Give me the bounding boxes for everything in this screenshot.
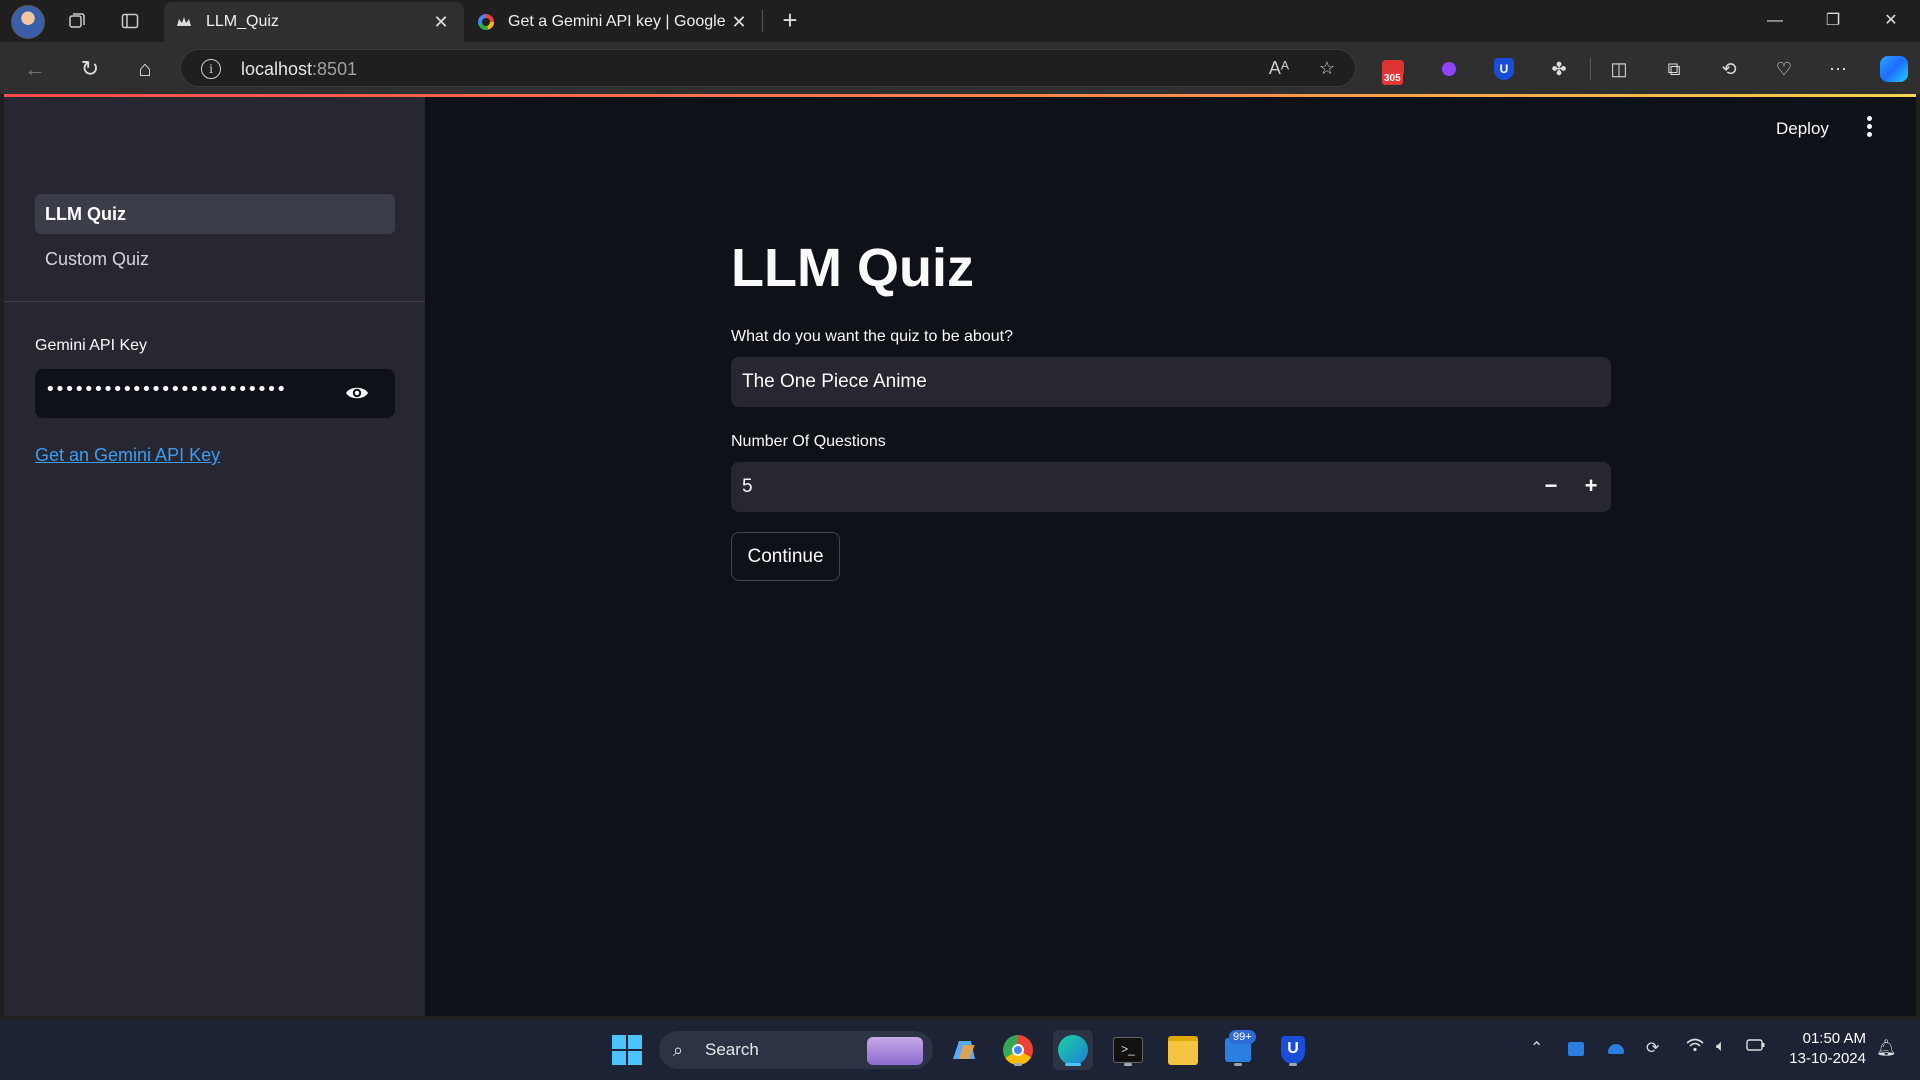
question-count-value: 5 bbox=[742, 476, 753, 497]
toolbar-divider bbox=[1590, 58, 1591, 80]
address-bar[interactable]: i localhost:8501 A͏ᴬ ☆ bbox=[180, 49, 1356, 87]
increment-icon[interactable]: + bbox=[1571, 462, 1611, 512]
browser-essentials-icon[interactable]: ♡ bbox=[1771, 56, 1797, 82]
more-menu-icon[interactable]: ⋯ bbox=[1825, 56, 1851, 82]
back-arrow-icon[interactable]: ← bbox=[20, 54, 50, 84]
gmail-unread-badge: 305 bbox=[1382, 72, 1403, 85]
bitwarden-app-icon[interactable]: U bbox=[1273, 1030, 1313, 1070]
copilot-icon[interactable] bbox=[1880, 56, 1908, 82]
notifications-bell-icon[interactable]: 🔔︎ bbox=[1876, 1038, 1896, 1058]
search-icon: ⌕ bbox=[673, 1040, 684, 1060]
search-highlight-image bbox=[867, 1037, 923, 1065]
url-text: localhost:8501 bbox=[241, 59, 357, 80]
workspaces-icon[interactable] bbox=[63, 7, 91, 35]
tab-divider bbox=[762, 10, 763, 32]
show-hidden-icons-chevron[interactable]: ⌃ bbox=[1530, 1038, 1543, 1058]
page-title: LLM Quiz bbox=[731, 238, 974, 298]
reload-icon[interactable]: ↻ bbox=[75, 54, 105, 84]
new-tab-icon[interactable]: + bbox=[776, 6, 804, 34]
tab-llm-quiz[interactable]: LLM_Quiz ✕ bbox=[164, 2, 464, 42]
topic-input[interactable]: The One Piece Anime bbox=[731, 357, 1611, 407]
volume-icon[interactable]: 🔈︎ bbox=[1716, 1038, 1726, 1056]
system-clock[interactable]: 01:50 AM 13-10-2024 bbox=[1786, 1029, 1866, 1069]
split-screen-icon[interactable]: ◫ bbox=[1606, 56, 1632, 82]
file-explorer-icon[interactable] bbox=[1163, 1030, 1203, 1070]
sidebar-item-llm-quiz[interactable]: LLM Quiz bbox=[35, 194, 395, 234]
battery-icon[interactable] bbox=[1746, 1038, 1766, 1057]
read-aloud-icon[interactable]: A͏ᴬ bbox=[1267, 58, 1291, 80]
question-count-stepper[interactable]: 5 − + bbox=[731, 462, 1611, 512]
home-icon[interactable]: ⌂ bbox=[130, 54, 160, 84]
continue-button[interactable]: Continue bbox=[731, 532, 840, 581]
taskbar: ⌕ Search >_ 99+ U ⌃ ⟳ 🔈︎ 01:50 AM 13-10-… bbox=[0, 1020, 1920, 1080]
history-icon[interactable]: ⟲ bbox=[1716, 56, 1742, 82]
browser-toolbar: ← ↻ ⌂ i localhost:8501 A͏ᴬ ☆ 305 U ✤ ◫ ⧉… bbox=[0, 42, 1920, 94]
chrome-icon[interactable] bbox=[998, 1030, 1038, 1070]
extension-purple-icon[interactable] bbox=[1442, 62, 1456, 76]
streamlit-crown-icon bbox=[176, 14, 192, 30]
onedrive-icon[interactable] bbox=[1608, 1044, 1624, 1054]
api-key-label: Gemini API Key bbox=[35, 337, 148, 354]
edge-dev-icon[interactable] bbox=[1053, 1030, 1093, 1070]
google-icon bbox=[478, 14, 494, 30]
get-api-key-link[interactable]: Get an Gemini API Key bbox=[35, 445, 220, 466]
minimize-icon[interactable]: — bbox=[1752, 8, 1798, 34]
app-viewport: LLM Quiz Custom Quiz Gemini API Key ••••… bbox=[4, 94, 1916, 1016]
copilot-app-icon[interactable] bbox=[944, 1030, 984, 1070]
bitwarden-icon[interactable]: U bbox=[1494, 58, 1514, 80]
main-content: Deploy LLM Quiz What do you want the qui… bbox=[425, 97, 1916, 1016]
wifi-icon[interactable] bbox=[1686, 1038, 1704, 1057]
main-menu-kebab-icon[interactable] bbox=[1859, 113, 1879, 143]
notification-count-badge: 99+ bbox=[1229, 1030, 1256, 1044]
close-window-icon[interactable]: ✕ bbox=[1868, 8, 1914, 34]
show-password-eye-icon[interactable] bbox=[345, 383, 369, 403]
decrement-icon[interactable]: − bbox=[1531, 462, 1571, 512]
windows-start-icon[interactable] bbox=[607, 1030, 647, 1070]
url-host: localhost bbox=[241, 59, 313, 79]
api-key-masked-value: •••••••••••••••••••••••••••••••••••••• bbox=[45, 379, 285, 400]
sidebar-divider bbox=[4, 301, 425, 302]
close-tab-icon[interactable]: ✕ bbox=[728, 12, 750, 33]
deploy-button[interactable]: Deploy bbox=[1776, 119, 1829, 139]
topic-label: What do you want the quiz to be about? bbox=[731, 328, 1013, 345]
collections-icon[interactable]: ⧉ bbox=[1661, 56, 1687, 82]
profile-avatar[interactable] bbox=[11, 5, 45, 39]
question-count-label: Number Of Questions bbox=[731, 433, 886, 450]
sync-icon[interactable]: ⟳ bbox=[1646, 1038, 1659, 1058]
vertical-tabs-icon[interactable] bbox=[116, 7, 144, 35]
site-info-icon[interactable]: i bbox=[201, 59, 221, 79]
extensions-puzzle-icon[interactable]: ✤ bbox=[1546, 56, 1572, 82]
favorite-star-icon[interactable]: ☆ bbox=[1315, 58, 1339, 80]
api-key-input[interactable]: •••••••••••••••••••••••••••••••••••••• bbox=[35, 369, 395, 418]
taskbar-search[interactable]: ⌕ Search bbox=[659, 1031, 933, 1069]
sidebar-item-custom-quiz[interactable]: Custom Quiz bbox=[35, 239, 395, 279]
sidebar: LLM Quiz Custom Quiz Gemini API Key ••••… bbox=[4, 97, 425, 1016]
restore-icon[interactable]: ❐ bbox=[1810, 8, 1856, 34]
clock-time: 01:50 AM bbox=[1802, 1030, 1866, 1047]
url-port: :8501 bbox=[312, 59, 358, 79]
taskbar-search-label: Search bbox=[705, 1040, 759, 1059]
terminal-icon[interactable]: >_ bbox=[1108, 1030, 1148, 1070]
tray-app-icon[interactable] bbox=[1568, 1042, 1584, 1056]
clock-date: 13-10-2024 bbox=[1789, 1050, 1866, 1067]
browser-tab-bar: LLM_Quiz ✕ Get a Gemini API key | Google… bbox=[0, 0, 1920, 42]
tab-gemini-api-key[interactable]: Get a Gemini API key | Google AI ✕ bbox=[466, 2, 762, 42]
tab-title: Get a Gemini API key | Google AI bbox=[508, 13, 728, 30]
close-tab-icon[interactable]: ✕ bbox=[430, 12, 452, 33]
tab-title: LLM_Quiz bbox=[206, 13, 279, 30]
